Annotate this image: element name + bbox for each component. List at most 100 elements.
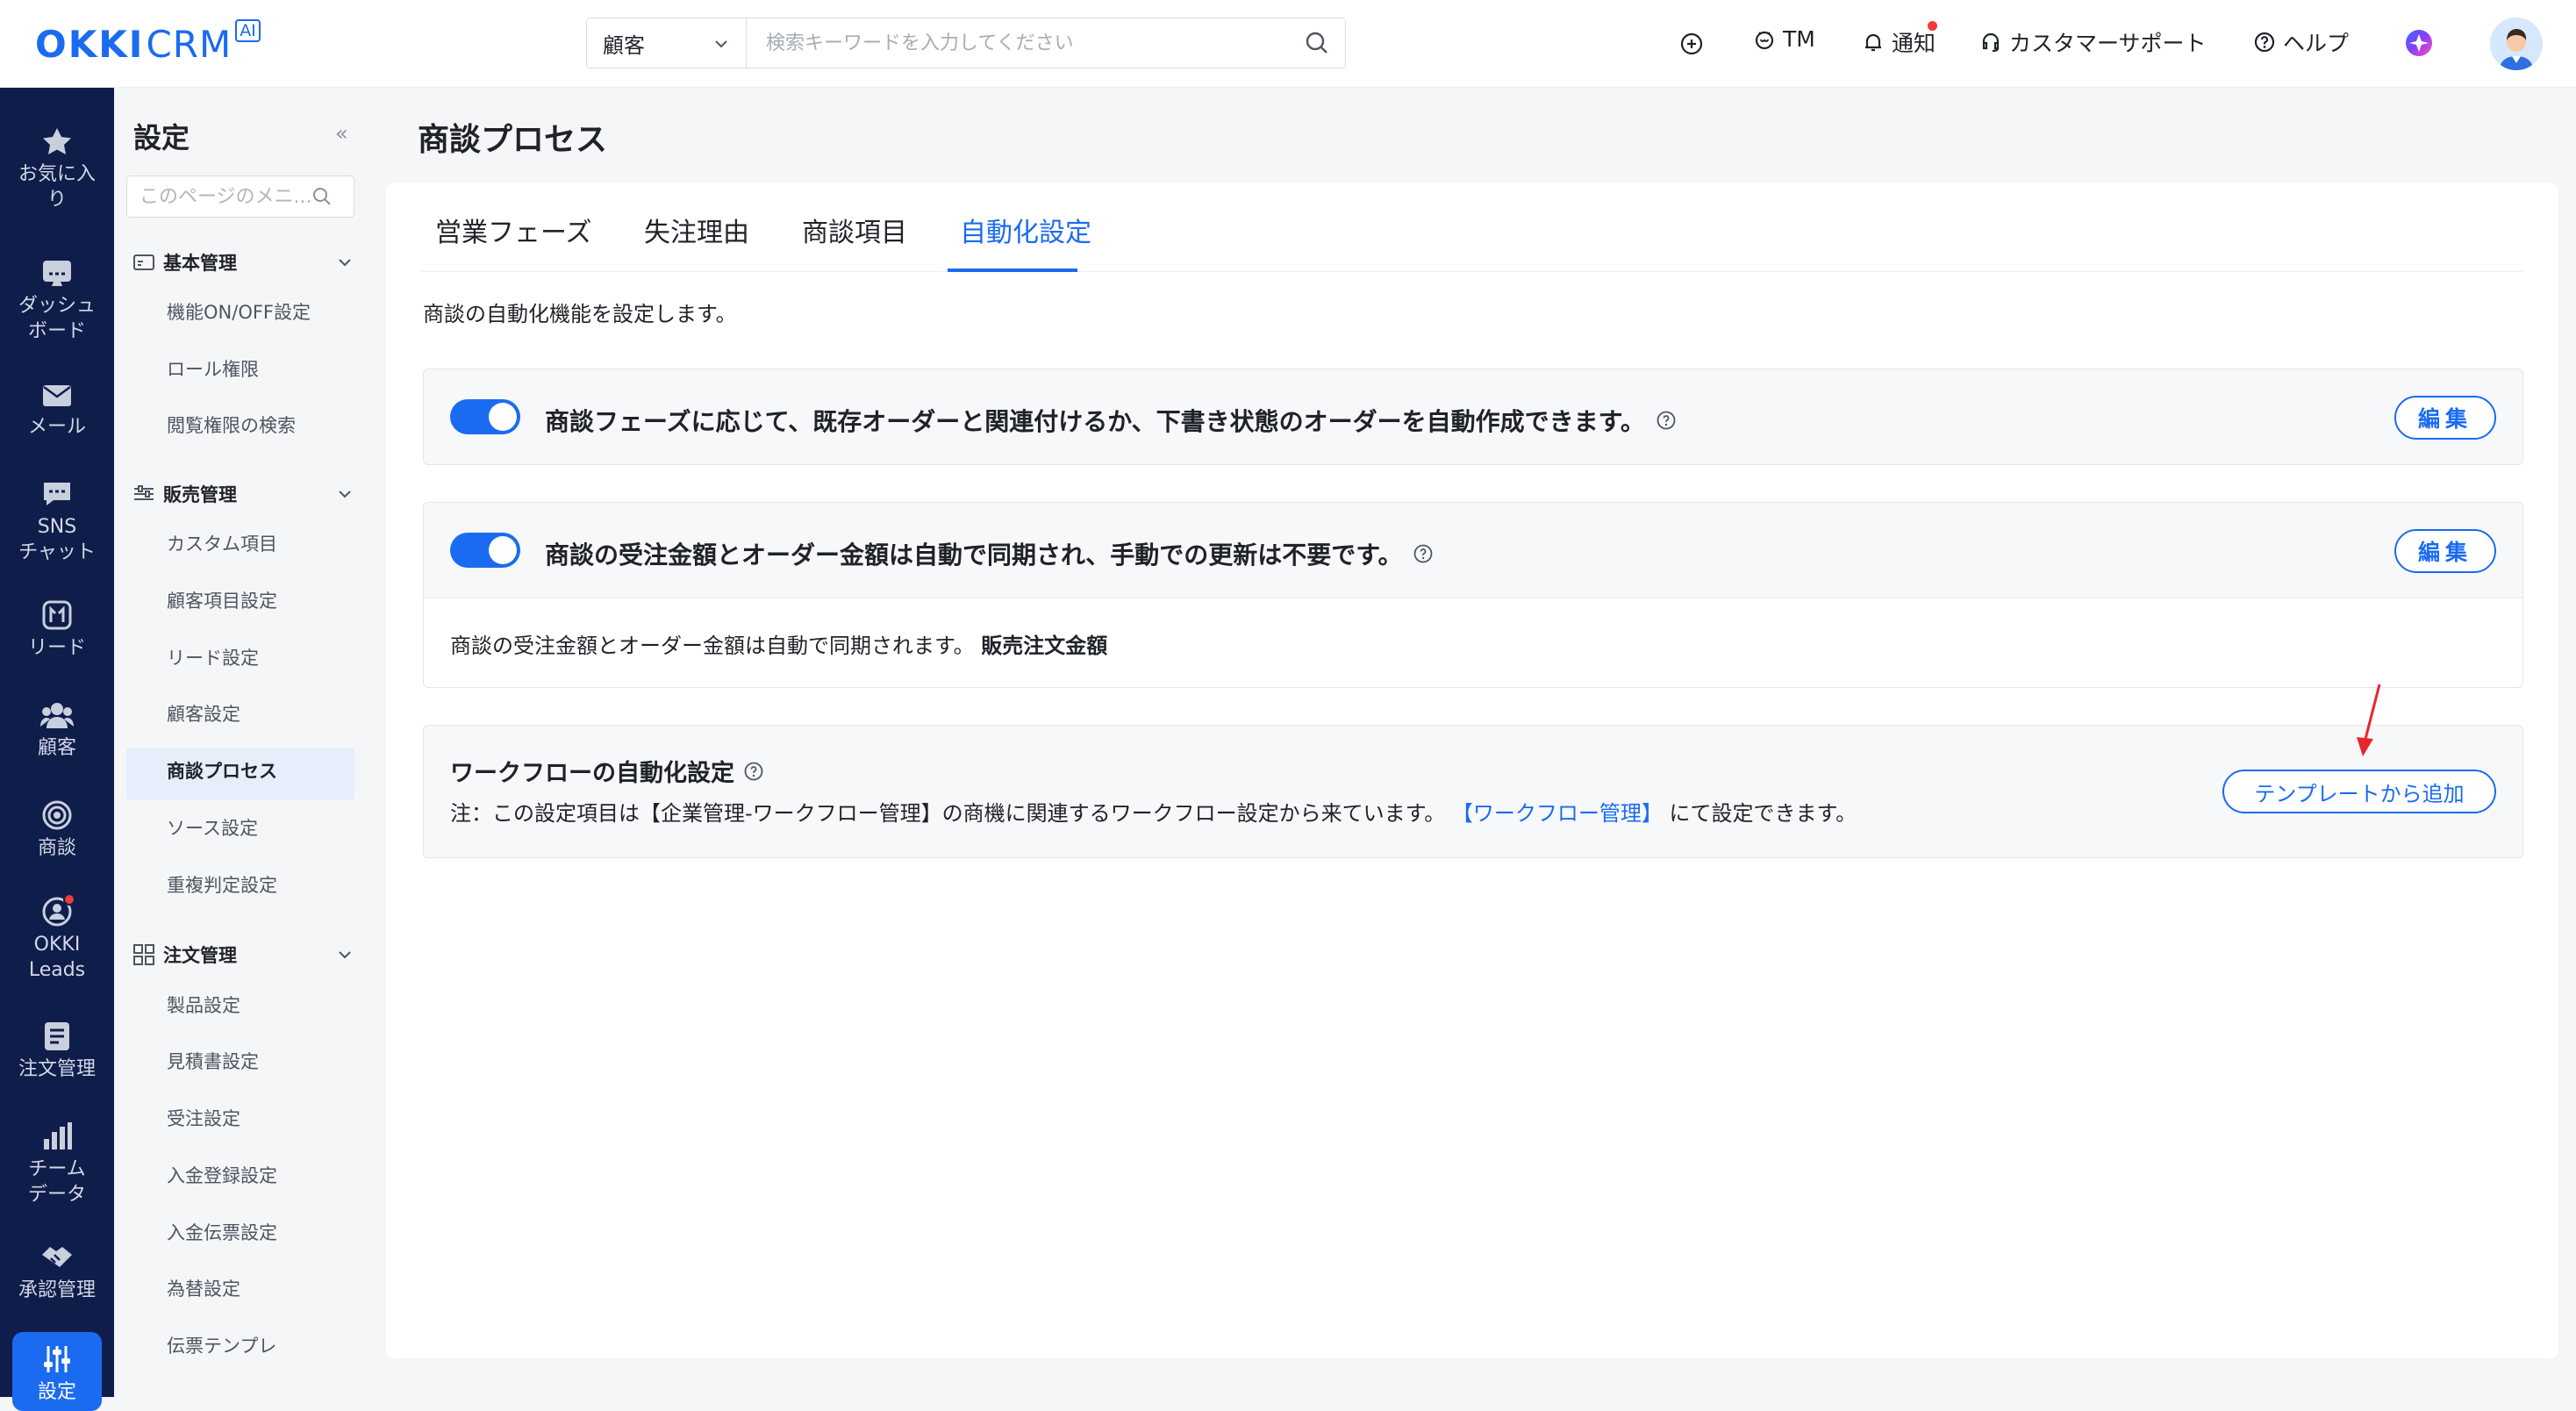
menu-item-duplicate-check[interactable]: 重複判定設定	[167, 871, 277, 898]
submenu-title: 設定	[133, 121, 190, 154]
edit-button[interactable]: 編集	[2394, 396, 2496, 440]
nav-mail[interactable]: メール	[0, 383, 114, 440]
notification-dot	[1928, 21, 1937, 31]
help-icon[interactable]	[743, 761, 764, 782]
handshake-icon	[42, 1247, 72, 1267]
tm-button[interactable]: TM	[1753, 26, 1815, 52]
help-icon	[2254, 32, 2275, 53]
logo-ai-badge: AI	[235, 19, 261, 42]
nav-sns-label-1: SNS	[37, 516, 77, 538]
help-icon[interactable]	[1413, 543, 1434, 564]
menu-item-order-settings[interactable]: 受注設定	[167, 1105, 240, 1131]
menu-item-view-permission-search[interactable]: 閲覧権限の検索	[167, 412, 296, 438]
nav-favorites-label-2: り	[47, 189, 67, 211]
nav-deals[interactable]: 商談	[0, 800, 114, 861]
menu-item-role-permissions[interactable]: ロール権限	[167, 355, 259, 382]
primary-sidebar: お気に入 り ダッシュ ボード メール SNS チャット リード 顧客 商談 O…	[0, 88, 114, 1411]
rule-toggle[interactable]	[450, 399, 520, 434]
search-icon[interactable]	[1305, 31, 1329, 55]
user-avatar[interactable]	[2490, 18, 2543, 70]
page-title: 商談プロセス	[418, 122, 608, 158]
search-input[interactable]	[747, 18, 1305, 68]
logo-okki-text: OKKI	[35, 23, 145, 66]
notification-button[interactable]: 通知	[1862, 26, 1936, 58]
menu-item-exchange-rate[interactable]: 為替設定	[167, 1275, 240, 1301]
basic-settings-icon	[133, 254, 154, 270]
nav-settings-label: 設定	[37, 1381, 76, 1403]
chevron-down-icon	[339, 491, 351, 498]
star-icon	[43, 128, 71, 154]
menu-search-box	[126, 175, 354, 218]
nav-order-management[interactable]: 注文管理	[0, 1021, 114, 1082]
ai-assistant-icon[interactable]	[2404, 28, 2434, 58]
tab-loss-reason[interactable]: 失注理由	[644, 211, 749, 249]
detail-field-name: 販売注文金額	[981, 634, 1108, 658]
tab-divider	[421, 271, 2523, 272]
nav-okki-leads[interactable]: OKKI Leads	[0, 897, 114, 983]
chevron-down-icon	[715, 40, 727, 48]
help-icon[interactable]	[1656, 410, 1677, 431]
menu-item-lead-settings[interactable]: リード設定	[167, 644, 259, 670]
tab-automation[interactable]: 自動化設定	[960, 211, 1091, 249]
chevron-down-icon	[339, 951, 351, 959]
tab-deal-fields[interactable]: 商談項目	[802, 211, 907, 249]
chevron-down-icon	[339, 259, 351, 267]
nav-dashboard[interactable]: ダッシュ ボード	[0, 258, 114, 344]
top-header: OKKI CRM AI 顧客 TM 通知 カスタマーサポート ヘルプ	[0, 0, 2576, 88]
detail-text: 商談の受注金額とオーダー金額は自動で同期されます。	[450, 634, 975, 658]
nav-team-data[interactable]: チーム データ	[0, 1121, 114, 1207]
customers-icon	[40, 703, 74, 728]
menu-item-product-settings[interactable]: 製品設定	[167, 992, 240, 1018]
chat-icon	[44, 483, 70, 505]
edit-button[interactable]: 編集	[2394, 529, 2496, 573]
menu-group-orders[interactable]: 注文管理	[133, 942, 353, 968]
menu-group-sales[interactable]: 販売管理	[133, 481, 353, 507]
rule-detail: 商談の受注金額とオーダー金額は自動で同期されます。 販売注文金額	[424, 598, 2522, 687]
nav-dashboard-label-1: ダッシュ	[18, 295, 96, 317]
rule-text: 商談の受注金額とオーダー金額は自動で同期され、手動での更新は不要です。	[545, 536, 1434, 571]
rule-detail-text: 商談の受注金額とオーダー金額は自動で同期されます。 販売注文金額	[450, 628, 1107, 659]
menu-item-custom-fields[interactable]: カスタム項目	[167, 530, 277, 556]
menu-item-customer-settings[interactable]: 顧客設定	[167, 700, 240, 727]
nav-lead-label: リード	[27, 637, 86, 659]
headset-icon	[1982, 32, 2000, 53]
tab-sales-phase[interactable]: 営業フェーズ	[435, 211, 592, 249]
menu-item-feature-toggle[interactable]: 機能ON/OFF設定	[167, 298, 311, 325]
collapse-menu-button[interactable]: «	[335, 121, 348, 146]
nav-settings[interactable]: 設定	[0, 1344, 114, 1405]
menu-item-quote-settings[interactable]: 見積書設定	[167, 1048, 259, 1074]
search-type-select[interactable]: 顧客	[587, 18, 747, 68]
add-circle-icon[interactable]	[1679, 32, 1704, 56]
automation-rule-amount-sync: 商談の受注金額とオーダー金額は自動で同期され、手動での更新は不要です。 編集 商…	[423, 502, 2523, 688]
menu-item-customer-fields[interactable]: 顧客項目設定	[167, 587, 277, 613]
help-button[interactable]: ヘルプ	[2253, 26, 2349, 58]
nav-favorites[interactable]: お気に入 り	[0, 126, 114, 212]
add-from-template-button[interactable]: テンプレートから追加	[2222, 770, 2496, 813]
search-icon[interactable]	[311, 186, 333, 207]
rule-label: 商談フェーズに応じて、既存オーダーと関連付けるか、下書き状態のオーダーを自動作成…	[545, 407, 1645, 436]
menu-item-source-settings[interactable]: ソース設定	[167, 814, 258, 841]
nav-sns-chat[interactable]: SNS チャット	[0, 479, 114, 565]
nav-lead[interactable]: リード	[0, 600, 114, 661]
nav-sns-label-2: チャット	[18, 541, 96, 563]
nav-customers[interactable]: 顧客	[0, 700, 114, 761]
okki-crm-logo[interactable]: OKKI CRM AI	[35, 19, 261, 66]
customer-support-button[interactable]: カスタマーサポート	[1979, 26, 2207, 58]
menu-item-deal-process[interactable]: 商談プロセス	[167, 757, 277, 784]
automation-description: 商談の自動化機能を設定します。	[423, 302, 737, 326]
nav-approval[interactable]: 承認管理	[0, 1243, 114, 1303]
nav-favorites-label-1: お気に入	[18, 163, 96, 185]
nav-approval-label: 承認管理	[18, 1279, 96, 1301]
workflow-management-link[interactable]: 【ワークフロー管理】	[1452, 801, 1663, 826]
sliders-icon	[44, 1346, 70, 1372]
workflow-title: ワークフローの自動化設定	[450, 754, 764, 788]
target-icon	[42, 800, 72, 830]
menu-search-input[interactable]	[127, 185, 311, 208]
menu-group-basic[interactable]: 基本管理	[133, 249, 353, 276]
menu-item-slip-template[interactable]: 伝票テンプレ	[167, 1332, 276, 1358]
workflow-note: 注：この設定項目は【企業管理-ワークフロー管理】の商機に関連するワークフロー設定…	[450, 796, 1857, 827]
rule-toggle[interactable]	[450, 533, 520, 568]
global-search: 顧客	[586, 18, 1346, 68]
menu-item-payment-slip[interactable]: 入金伝票設定	[167, 1219, 277, 1245]
menu-item-payment-registration[interactable]: 入金登録設定	[167, 1162, 277, 1188]
